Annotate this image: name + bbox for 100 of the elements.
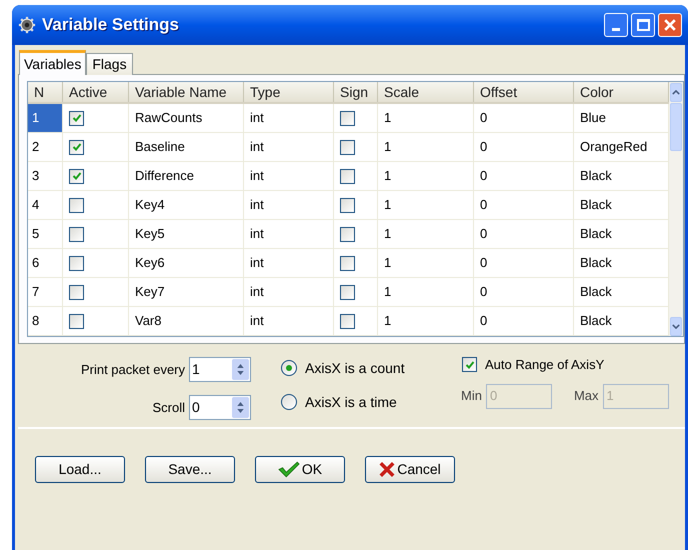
ok-button[interactable]: OK <box>255 456 345 483</box>
table-cell: 1 <box>378 162 474 190</box>
checkbox[interactable] <box>340 226 355 242</box>
checkbox[interactable] <box>69 198 84 212</box>
close-icon <box>664 19 676 31</box>
table-cell: int <box>244 249 334 277</box>
table-cell: 0 <box>474 249 574 277</box>
window-title: Variable Settings <box>42 14 179 36</box>
radio-label: AxisX is a count <box>305 358 405 378</box>
table-cell: Difference <box>129 162 244 190</box>
table-cell: int <box>244 220 334 248</box>
table-cell: 1 <box>378 191 474 219</box>
table-cell: int <box>244 191 334 219</box>
scroll-up-button[interactable] <box>670 83 682 102</box>
checkbox[interactable] <box>462 357 477 372</box>
dialog-button[interactable]: Save... <box>145 456 235 483</box>
table-cell: Key6 <box>129 249 244 277</box>
checkbox[interactable] <box>69 284 84 300</box>
checkbox[interactable] <box>340 284 355 300</box>
checkbox[interactable] <box>340 140 355 154</box>
checkbox[interactable] <box>69 226 84 242</box>
table-cell: 8 <box>28 307 63 335</box>
checkbox[interactable] <box>340 314 355 328</box>
checkbox-label: Auto Range of AxisY <box>485 356 604 374</box>
close-button[interactable] <box>658 13 682 37</box>
field-label: Max <box>574 387 599 406</box>
table-cell: Baseline <box>129 133 244 161</box>
table-cell: int <box>244 278 334 306</box>
check-icon <box>72 113 82 123</box>
gear-icon <box>18 16 36 34</box>
radio-label: AxisX is a time <box>305 392 397 412</box>
checkbox[interactable] <box>340 110 355 126</box>
table-cell: 0 <box>474 307 574 335</box>
check-icon <box>464 360 474 370</box>
table-cell: int <box>244 133 334 161</box>
checkbox[interactable] <box>69 140 84 154</box>
maximize-button[interactable] <box>631 13 655 37</box>
check-icon <box>72 171 82 181</box>
table-cell: 0 <box>474 162 574 190</box>
up-arrow-icon <box>237 402 244 406</box>
checkbox[interactable] <box>69 314 84 328</box>
checkbox[interactable] <box>340 256 355 270</box>
cross-icon <box>379 461 396 478</box>
column-header[interactable]: Offset <box>474 82 574 102</box>
cancel-button[interactable]: Cancel <box>365 456 455 483</box>
scrollbar-thumb[interactable] <box>670 103 682 151</box>
check-icon <box>72 142 82 152</box>
table-cell: 6 <box>28 249 63 277</box>
checkmark-icon <box>278 461 300 478</box>
table-cell: 0 <box>474 220 574 248</box>
column-header[interactable]: Active <box>63 82 129 102</box>
table-cell: 2 <box>28 133 63 161</box>
radio-button[interactable] <box>281 394 297 410</box>
scroll-down-button[interactable] <box>670 317 682 336</box>
scrollbar[interactable] <box>669 82 683 336</box>
table-cell: 0 <box>474 191 574 219</box>
table-cell: Key5 <box>129 220 244 248</box>
table-cell: 0 <box>474 104 574 132</box>
checkbox[interactable] <box>69 168 84 184</box>
tab[interactable]: Flags <box>86 53 133 75</box>
field-label: Print packet every <box>80 360 185 379</box>
column-header[interactable]: N <box>28 82 63 102</box>
table-cell: 1 <box>378 249 474 277</box>
table-cell: int <box>244 162 334 190</box>
table-cell: Key4 <box>129 191 244 219</box>
table-cell: 1 <box>378 307 474 335</box>
column-header[interactable]: Type <box>244 82 334 102</box>
table-cell: 3 <box>28 162 63 190</box>
column-header[interactable]: Scale <box>378 82 474 102</box>
column-header[interactable]: Sign <box>334 82 378 102</box>
checkbox[interactable] <box>69 110 84 126</box>
table-cell: 0 <box>474 133 574 161</box>
minimize-button[interactable] <box>604 13 628 37</box>
table-cell: Var8 <box>129 307 244 335</box>
table-cell: 1 <box>378 133 474 161</box>
table-cell: 1 <box>378 104 474 132</box>
down-arrow-icon <box>237 409 244 413</box>
table-cell: int <box>244 307 334 335</box>
table-cell: 4 <box>28 191 63 219</box>
table-cell: 0 <box>474 278 574 306</box>
table-cell: int <box>244 104 334 132</box>
dialog-button[interactable]: Load... <box>35 456 125 483</box>
field-label: Scroll <box>152 398 185 417</box>
table-cell: Key7 <box>129 278 244 306</box>
table-cell: 5 <box>28 220 63 248</box>
table-cell: 7 <box>28 278 63 306</box>
checkbox[interactable] <box>340 198 355 212</box>
spin-field[interactable]: 0 <box>189 395 251 420</box>
checkbox[interactable] <box>69 256 84 270</box>
down-arrow-icon <box>237 371 244 375</box>
tab[interactable]: Variables <box>19 50 86 75</box>
column-header[interactable]: Variable Name <box>129 82 244 102</box>
table-cell: RawCounts <box>129 104 244 132</box>
checkbox[interactable] <box>340 168 355 184</box>
radio-button[interactable] <box>281 360 297 376</box>
field-label: Min <box>461 387 482 406</box>
table-cell: 1 <box>378 220 474 248</box>
up-arrow-icon <box>237 364 244 368</box>
table-cell: 1 <box>28 104 63 132</box>
spin-field[interactable]: 1 <box>189 357 251 382</box>
